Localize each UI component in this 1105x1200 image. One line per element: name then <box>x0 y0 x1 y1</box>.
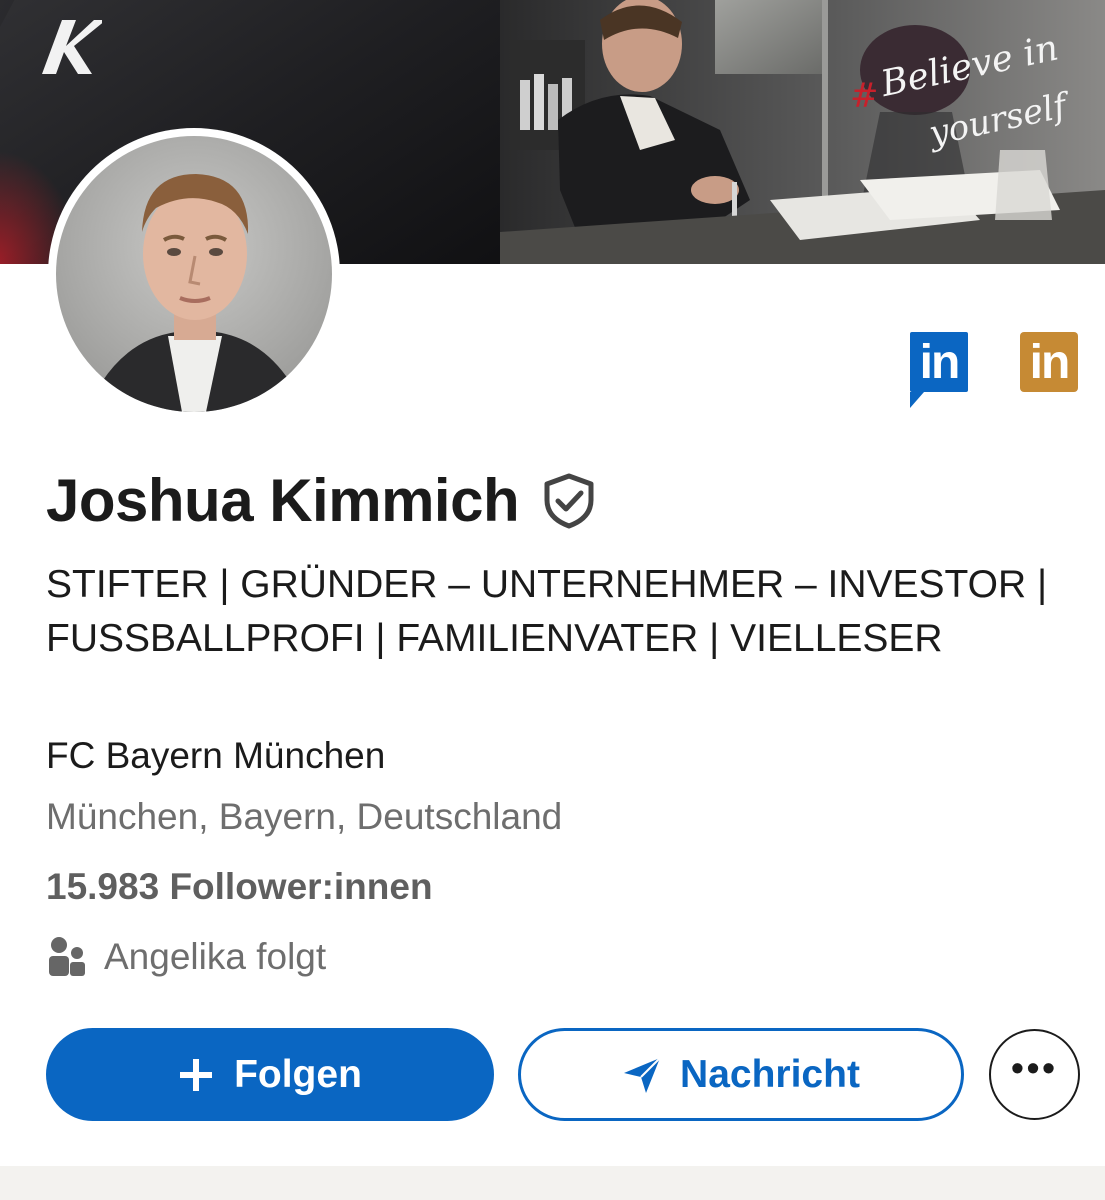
linkedin-gold-label: in <box>1029 335 1071 389</box>
profile-avatar[interactable] <box>48 128 340 420</box>
profile-company[interactable]: FC Bayern München <box>46 735 385 777</box>
profile-followers[interactable]: 15.983 Follower:innen <box>46 866 433 908</box>
profile-headline: STIFTER | GRÜNDER – UNTERNEHMER – INVEST… <box>46 563 1048 660</box>
mutual-text: Angelika folgt <box>104 936 327 977</box>
more-options-button[interactable]: ••• <box>989 1029 1080 1120</box>
avatar-portrait <box>86 174 306 412</box>
mutual-connection[interactable]: Angelika folgt <box>46 936 326 978</box>
k-logo-icon <box>42 20 102 74</box>
linkedin-blue-tail <box>910 392 924 408</box>
slogan-hash: # <box>850 76 879 116</box>
linkedin-gold-icon[interactable]: in <box>1020 332 1078 392</box>
profile-location: München, Bayern, Deutschland <box>46 796 563 837</box>
people-icon <box>49 937 85 976</box>
follow-button[interactable]: Folgen <box>46 1028 494 1121</box>
verified-shield-icon[interactable] <box>543 473 595 529</box>
banner-slogan: # Believe in yourself <box>850 27 1080 160</box>
more-dots-icon: ••• <box>1011 1046 1058 1088</box>
section-divider <box>0 1166 1105 1200</box>
avatar-photo <box>56 136 332 412</box>
message-button[interactable]: Nachricht <box>518 1028 964 1121</box>
linkedin-premium-icon[interactable]: in <box>910 332 968 408</box>
slogan-line-2: yourself <box>925 86 1070 154</box>
name-row: Joshua Kimmich <box>46 466 595 535</box>
follow-label: Folgen <box>234 1052 362 1096</box>
profile-name: Joshua Kimmich <box>46 467 520 534</box>
linkedin-blue-label: in <box>919 335 961 389</box>
plus-icon <box>180 1058 213 1091</box>
message-label: Nachricht <box>680 1052 860 1096</box>
send-icon <box>624 1056 661 1093</box>
